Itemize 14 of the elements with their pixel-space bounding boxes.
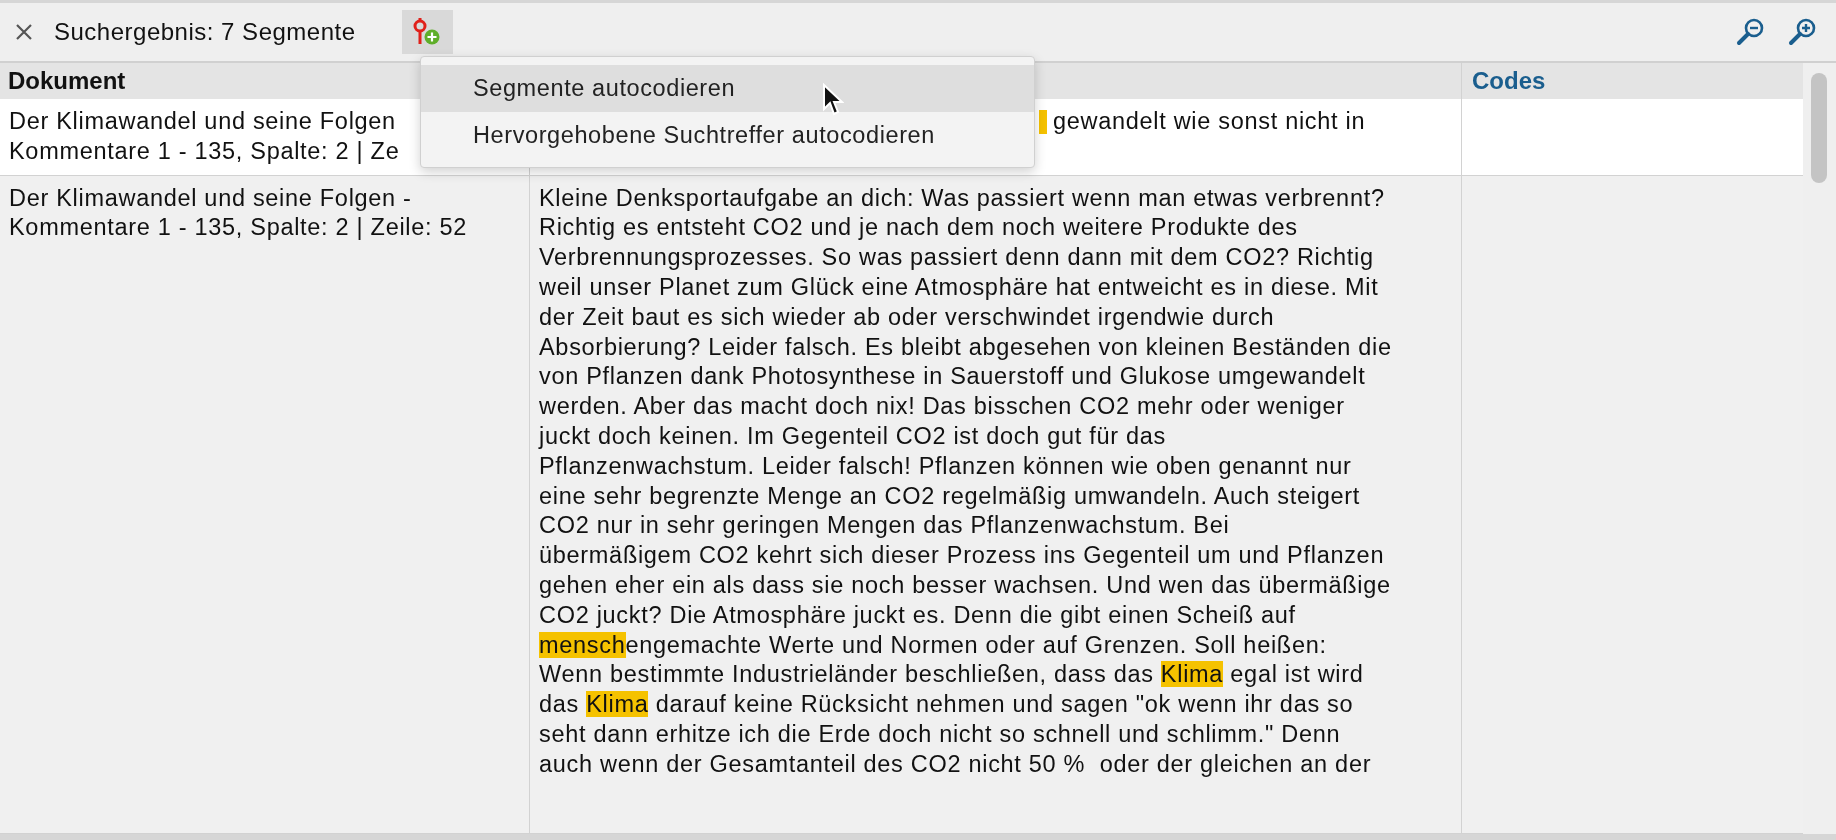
column-header[interactable]: Codes xyxy=(1462,63,1803,99)
menu-item[interactable]: Hervorgehobene Suchtreffer autocodieren xyxy=(421,112,1034,159)
segment-text: Kleine Denksportaufgabe an dich: Was passiert wenn man etwas verbrennt? Richtig es entsteht CO2 und je nach dem noch weitere Produkte des Verbrennungsprozesses. So was passiert denn dann mit dem CO2? Richtig weil unser Planet zum Glück eine Atmosphäre hat entweicht es in diese. Mit der Zeit baut es sich wieder ab oder verschwindet irgendwie durch Absorbierung? Leider falsch. Es bleibt abgesehen von kleinen Beständen die von Pflanzen dank Photosynthese in Sauerstoff und Glukose umgewandelt werden. Aber das macht doch nix! Das bisschen CO2 mehr oder weniger juckt doch keinen. Im Gegenteil CO2 ist doch gut für das Pflanzenwachstum. Leider falsch! Pflanzen können wie oben genannt nur eine sehr begrenzte Menge an CO2 regelmäßig umwandeln. Auch steigert CO2 nur in sehr geringen Mengen das Pflanzenwachstum. Bei übermäßigem CO2 kehrt sich dieser Prozess ins Gegenteil um und Pflanzen gehen eher ein als dass sie noch besser wachsen. Und wen das übermäßige CO2 juckt? Die Atmosphäre juckt es. Denn die gibt einen Scheiß auf menschengemachte Werte und Normen oder auf Grenzen. Soll heißen: Wenn bestimmte Industrieländer beschließen, dass das Klima egal ist wird das Klima darauf keine Rücksicht nehmen und sagen "ok wenn ihr das so seht dann erhitze ich die Erde doch nicht so schnell und schlimm." Denn auch wenn der Gesamtanteil des CO2 nicht 50 % oder der gleichen an der xyxy=(539,183,1393,779)
zoom-in-icon[interactable] xyxy=(1788,17,1818,47)
mouse-pointer-icon xyxy=(822,83,844,117)
close-icon[interactable] xyxy=(15,23,33,41)
scrollbar-thumb[interactable] xyxy=(1811,73,1827,183)
document-reference: Der Klimawandel und seine Folgen - Kommentare 1 - 135, Spalte: 2 | Zeile: 52 xyxy=(9,183,468,243)
result-row[interactable] xyxy=(0,175,1803,834)
autocode-button[interactable] xyxy=(401,10,453,54)
search-result-title: Suchergebnis: 7 Segmente xyxy=(54,18,356,46)
zoom-out-icon[interactable] xyxy=(1736,17,1766,47)
document-reference: Der Klimawandel und seine Folgen Kommentare 1 - 135, Spalte: 2 | Ze xyxy=(9,107,400,166)
menu-item[interactable]: Segmente autocodieren xyxy=(421,65,1034,112)
